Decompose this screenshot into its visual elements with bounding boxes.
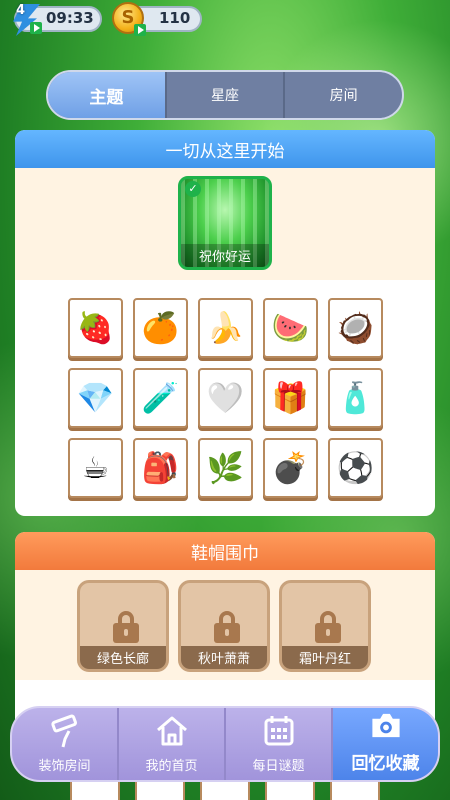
potion-bottle-icon: 🧴 xyxy=(336,380,375,416)
item-tile-travel-mug-icon[interactable]: ☕ xyxy=(68,438,123,498)
item-tile-beach-ball-icon[interactable]: ⚽ xyxy=(328,438,383,498)
item-tile-gem-icon[interactable]: 💎 xyxy=(68,368,123,428)
locked-theme-label: 秋叶萧萧 xyxy=(181,646,267,669)
check-icon: ✓ xyxy=(185,181,201,197)
locked-theme-label: 绿色长廊 xyxy=(80,646,166,669)
theme-section-accessories: 鞋帽围巾 绿色长廊 秋叶萧萧 霜叶丹红 xyxy=(15,532,435,732)
energy-timer: 09:33 xyxy=(46,9,94,27)
item-tile-gift-box-icon[interactable]: 🎁 xyxy=(263,368,318,428)
gift-box-icon: 🎁 xyxy=(271,380,310,416)
theme-card-label: 祝你好运 xyxy=(181,244,269,267)
item-tile-backpack-icon[interactable]: 🎒 xyxy=(133,438,188,498)
locked-theme-card[interactable]: 霜叶丹红 xyxy=(279,580,371,672)
coin-count: 110 xyxy=(159,9,191,27)
lock-icon xyxy=(113,611,139,643)
coconut-icon: 🥥 xyxy=(336,310,375,346)
strawberry-icon: 🍓 xyxy=(76,310,115,346)
home-icon xyxy=(156,716,187,746)
item-tile-orange-icon[interactable]: 🍊 xyxy=(133,298,188,358)
nav-label: 装饰房间 xyxy=(38,759,91,774)
travel-mug-icon: ☕ xyxy=(82,450,109,486)
beach-ball-icon: ⚽ xyxy=(336,450,375,486)
section-title: 一切从这里开始 xyxy=(15,130,435,168)
tab-theme[interactable]: 主题 xyxy=(48,72,167,118)
tab-constellation[interactable]: 星座 xyxy=(167,72,286,118)
item-tile-potion-bottle-icon[interactable]: 🧴 xyxy=(328,368,383,428)
item-tile-leaf-plant-icon[interactable]: 🌿 xyxy=(198,438,253,498)
leaf-plant-icon: 🌿 xyxy=(206,450,245,486)
orange-icon: 🍊 xyxy=(141,310,180,346)
thermos-icon: 🧪 xyxy=(141,380,180,416)
watermelon-icon: 🍉 xyxy=(271,310,310,346)
energy-timer-pill[interactable]: 4 09:33 xyxy=(13,3,102,36)
nav-memory-collection[interactable]: 回忆收藏 xyxy=(333,708,438,780)
item-tile-heart-pendant-icon[interactable]: 🤍 xyxy=(198,368,253,428)
nav-label: 我的首页 xyxy=(145,759,198,774)
item-tile-coconut-icon[interactable]: 🥥 xyxy=(328,298,383,358)
item-tile-bomb-icon[interactable]: 💣 xyxy=(263,438,318,498)
bomb-icon: 💣 xyxy=(271,450,310,486)
nav-label: 回忆收藏 xyxy=(351,754,420,774)
camera-icon xyxy=(371,713,400,738)
item-tile-watermelon-icon[interactable]: 🍉 xyxy=(263,298,318,358)
energy-count: 4 xyxy=(16,3,26,18)
tab-room[interactable]: 房间 xyxy=(285,72,402,118)
item-tile-banana-icon[interactable]: 🍌 xyxy=(198,298,253,358)
category-tabs: 主题 星座 房间 xyxy=(46,70,404,120)
lock-icon xyxy=(214,611,240,643)
locked-theme-card[interactable]: 绿色长廊 xyxy=(77,580,169,672)
theme-card-good-luck[interactable]: ✓ 祝你好运 xyxy=(178,176,272,270)
paint-roller-icon xyxy=(50,714,77,748)
nav-label: 每日谜题 xyxy=(252,759,305,774)
section-title: 鞋帽围巾 xyxy=(15,532,435,570)
backpack-icon: 🎒 xyxy=(141,450,180,486)
banana-icon: 🍌 xyxy=(206,310,245,346)
video-play-icon[interactable] xyxy=(30,22,42,34)
bottom-nav: 装饰房间 我的首页 每日谜题 回忆收藏 xyxy=(10,706,440,782)
item-tile-thermos-icon[interactable]: 🧪 xyxy=(133,368,188,428)
gem-icon: 💎 xyxy=(76,380,115,416)
heart-pendant-icon: 🤍 xyxy=(206,380,245,416)
nav-home[interactable]: 我的首页 xyxy=(119,708,226,780)
lock-icon xyxy=(315,611,341,643)
theme-strip: ✓ 祝你好运 xyxy=(15,168,435,280)
video-play-icon[interactable] xyxy=(134,24,146,36)
nav-decorate-room[interactable]: 装饰房间 xyxy=(12,708,119,780)
locked-theme-label: 霜叶丹红 xyxy=(282,646,368,669)
calendar-icon xyxy=(264,716,293,746)
item-tile-strawberry-icon[interactable]: 🍓 xyxy=(68,298,123,358)
locked-theme-strip: 绿色长廊 秋叶萧萧 霜叶丹红 xyxy=(15,570,435,680)
locked-theme-card[interactable]: 秋叶萧萧 xyxy=(178,580,270,672)
nav-daily-puzzle[interactable]: 每日谜题 xyxy=(226,708,333,780)
